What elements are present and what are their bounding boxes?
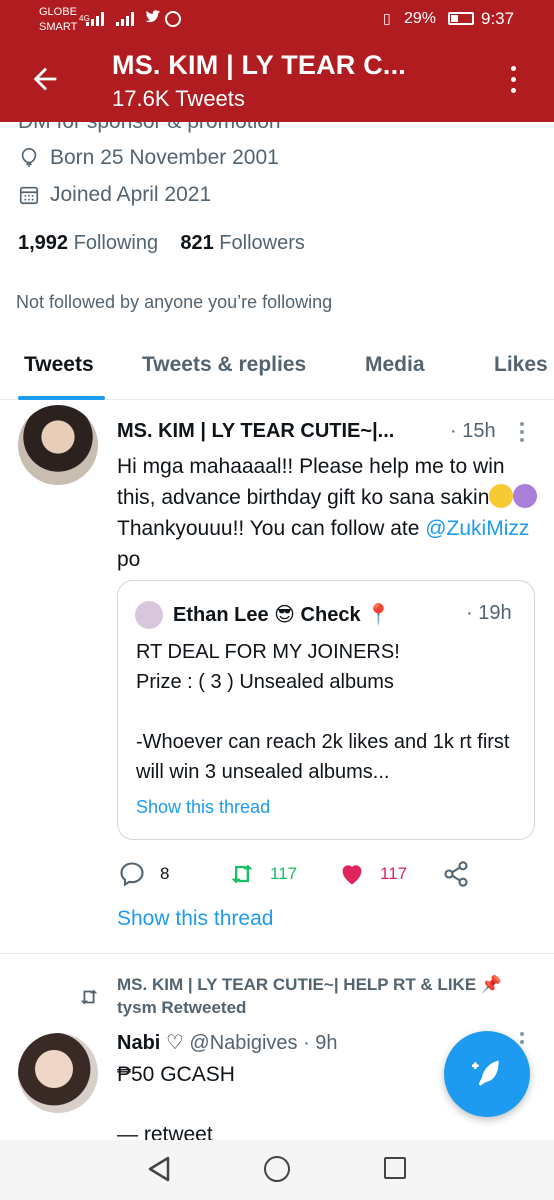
quoted-show-thread-link[interactable]: Show this thread: [136, 797, 270, 818]
pleading-face-icon: [489, 484, 514, 508]
more-options-icon[interactable]: [510, 66, 518, 96]
status-bar: GLOBE SMART 4G ▯ 29% 9:37: [0, 0, 554, 40]
like-count: 117: [380, 864, 408, 883]
share-button[interactable]: [442, 860, 484, 888]
retweeted-icon: [80, 989, 98, 1005]
nav-home-icon[interactable]: [264, 1156, 290, 1182]
following-link[interactable]: 1,992 Following: [18, 232, 158, 254]
heart-icon: [342, 865, 362, 885]
tweet2-author[interactable]: Nabi ♡ @Nabigives · 9h: [117, 1030, 338, 1055]
followers-count: 821: [180, 232, 214, 254]
tweet-count: 17.6K Tweets: [112, 86, 245, 111]
tweet-author-name[interactable]: MS. KIM | LY TEAR CUTIE~|...: [117, 420, 394, 443]
nav-recents-icon[interactable]: [384, 1157, 406, 1179]
joined-row: Joined April 2021: [18, 183, 211, 207]
retweet-count: 117: [270, 864, 298, 883]
signal-icon-2: [116, 12, 134, 26]
retweet-button[interactable]: 117: [228, 860, 297, 888]
joined-date: Joined April 2021: [50, 183, 212, 206]
quoted-timestamp: · 19h: [466, 602, 512, 624]
purple-heart-icon: [513, 484, 538, 508]
compose-tweet-button[interactable]: [444, 1031, 530, 1117]
tab-likes[interactable]: Likes: [494, 353, 548, 377]
active-tab-indicator: [18, 396, 105, 400]
signal-icon: [86, 12, 104, 26]
messenger-icon: [165, 11, 181, 27]
birth-row: Born 25 November 2001: [18, 146, 279, 170]
tweet-text-part2: Thankyouuu!! You can follow ate: [117, 517, 426, 540]
tweet-text-part1: Hi mga mahaaaal!! Please help me to win …: [117, 455, 505, 509]
nav-back-icon[interactable]: [146, 1155, 172, 1183]
birth-date: Born 25 November 2001: [50, 146, 279, 169]
battery-icon: [448, 12, 474, 25]
back-arrow-icon[interactable]: [28, 62, 62, 96]
tweet-text: Hi mga mahaaaal!! Please help me to win …: [117, 451, 542, 575]
balloon-icon: [21, 148, 37, 168]
mention-link[interactable]: @ZukiMizz: [425, 517, 529, 540]
compose-feather-icon: [472, 1060, 499, 1086]
reply-count: 8: [160, 864, 170, 883]
clock: 9:37: [481, 9, 515, 28]
tweet2-more-icon[interactable]: [520, 1032, 526, 1048]
tweet-author-avatar[interactable]: [18, 405, 98, 485]
show-thread-link[interactable]: Show this thread: [117, 907, 273, 931]
tab-tweets[interactable]: Tweets: [24, 353, 94, 377]
reply-icon: [120, 862, 144, 887]
not-followed-notice: Not followed by anyone you’re following: [16, 292, 333, 312]
tweet2-text: ₱50 GCASH — retweet: [117, 1063, 235, 1146]
tab-media[interactable]: Media: [365, 353, 425, 377]
followers-label: Followers: [219, 232, 305, 254]
retweet-icon: [231, 864, 253, 884]
calendar-icon: [19, 186, 39, 205]
tweet2-author-avatar[interactable]: [18, 1033, 98, 1113]
retweeted-by-label[interactable]: MS. KIM | LY TEAR CUTIE~| HELP RT & LIKE…: [117, 973, 537, 1019]
tab-tweets-replies[interactable]: Tweets & replies: [142, 353, 306, 377]
following-count: 1,992: [18, 232, 69, 254]
carrier-bottom: SMART: [39, 21, 78, 33]
carrier-info: GLOBE SMART 4G: [39, 5, 90, 35]
battery-percent: 29%: [404, 10, 437, 27]
android-nav-bar: [0, 1140, 554, 1200]
quoted-text: RT DEAL FOR MY JOINERS! Prize : ( 3 ) Un…: [136, 641, 510, 783]
following-label: Following: [73, 232, 159, 254]
vibrate-icon: ▯: [383, 10, 391, 26]
quoted-author-avatar: [135, 601, 163, 629]
follow-counts: 1,992 Following 821 Followers: [18, 232, 305, 255]
profile-tabs: Tweets Tweets & replies Media Likes: [0, 340, 554, 400]
tweet-divider: [0, 953, 554, 954]
tweet-timestamp: · 15h: [450, 420, 496, 442]
twitter-notification-icon: [145, 10, 161, 23]
tweet2-handle-time: @Nabigives · 9h: [189, 1032, 338, 1054]
app-header: GLOBE SMART 4G ▯ 29% 9:37 MS. KIM | LY T…: [0, 0, 554, 122]
tweet-more-icon[interactable]: [520, 422, 526, 446]
tweet-text-part3: po: [117, 548, 141, 571]
like-button[interactable]: 117: [338, 860, 407, 888]
tweet2-author-name: Nabi ♡: [117, 1032, 184, 1054]
tweet-actions: 8 117 117: [118, 852, 538, 892]
reply-button[interactable]: 8: [118, 860, 169, 888]
share-icon: [444, 861, 468, 887]
followers-link[interactable]: 821 Followers: [180, 232, 305, 254]
quoted-author-name: Ethan Lee 😎 Check 📍: [173, 604, 392, 626]
profile-title: MS. KIM | LY TEAR C...: [112, 50, 406, 80]
carrier-top: GLOBE: [39, 6, 77, 18]
quoted-tweet[interactable]: Ethan Lee 😎 Check 📍 · 19h RT DEAL FOR MY…: [117, 580, 535, 840]
